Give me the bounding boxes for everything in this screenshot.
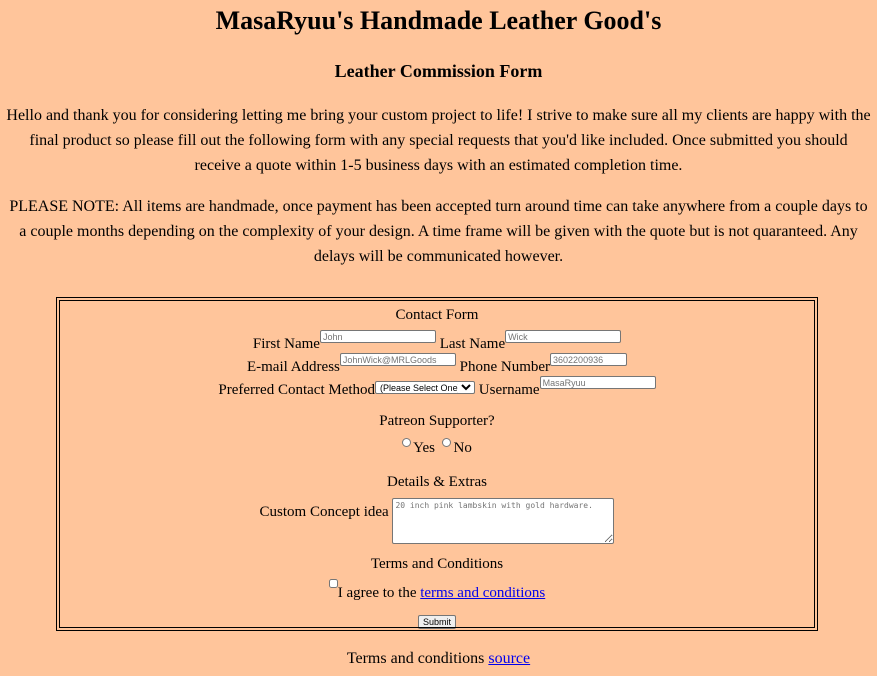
contact-method-select[interactable]: (Please Select One) xyxy=(375,381,476,394)
terms-heading: Terms and Conditions xyxy=(370,556,504,572)
concept-row: Custom Concept idea xyxy=(57,498,817,544)
agree-checkbox[interactable] xyxy=(328,579,338,588)
concept-textarea[interactable] xyxy=(392,498,615,544)
footer-text: Terms and conditions xyxy=(346,650,485,667)
first-name-input[interactable] xyxy=(319,330,436,343)
patreon-no-label: No xyxy=(453,440,472,456)
agree-row: I agree to the terms and conditions xyxy=(57,579,817,602)
source-link[interactable]: source xyxy=(488,650,530,667)
intro-paragraph: Hello and thank you for considering lett… xyxy=(6,107,871,174)
contact-form-heading: Contact Form xyxy=(395,307,479,323)
email-label: E-mail Address xyxy=(246,359,340,375)
patreon-options: Yes No xyxy=(57,438,817,457)
submit-button[interactable]: Submit xyxy=(417,615,456,629)
last-name-label: Last Name xyxy=(439,336,506,352)
email-input[interactable] xyxy=(339,353,456,366)
patreon-yes-label: Yes xyxy=(413,440,435,456)
patreon-question: Patreon Supporter? xyxy=(379,413,495,429)
contact-method-label: Preferred Contact Method xyxy=(218,382,376,398)
contact-row: E-mail Address Phone Number xyxy=(57,353,817,375)
name-row: First Name Last Name xyxy=(57,330,817,352)
concept-label: Custom Concept idea xyxy=(259,504,389,520)
form-title: Leather Commission Form xyxy=(334,61,543,81)
note-paragraph: PLEASE NOTE: All items are handmade, onc… xyxy=(9,198,868,265)
phone-input[interactable] xyxy=(550,353,628,366)
details-heading: Details & Extras xyxy=(387,474,487,490)
phone-label: Phone Number xyxy=(459,359,551,375)
submit-row: Submit xyxy=(57,613,817,630)
patreon-yes-radio[interactable] xyxy=(402,438,412,447)
agree-text: I agree to the xyxy=(337,585,417,601)
terms-link[interactable]: terms and conditions xyxy=(420,585,545,601)
username-input[interactable] xyxy=(539,376,656,389)
patreon-no-radio[interactable] xyxy=(442,438,452,447)
footer: Terms and conditions source xyxy=(0,650,877,668)
last-name-input[interactable] xyxy=(505,330,622,343)
username-label: Username xyxy=(478,382,540,398)
first-name-label: First Name xyxy=(252,336,320,352)
method-row: Preferred Contact Method (Please Select O… xyxy=(57,376,817,398)
contact-form: Contact Form First Name Last Name E-mail… xyxy=(56,297,818,631)
page-title: MasaRyuu's Handmade Leather Good's xyxy=(215,6,662,35)
